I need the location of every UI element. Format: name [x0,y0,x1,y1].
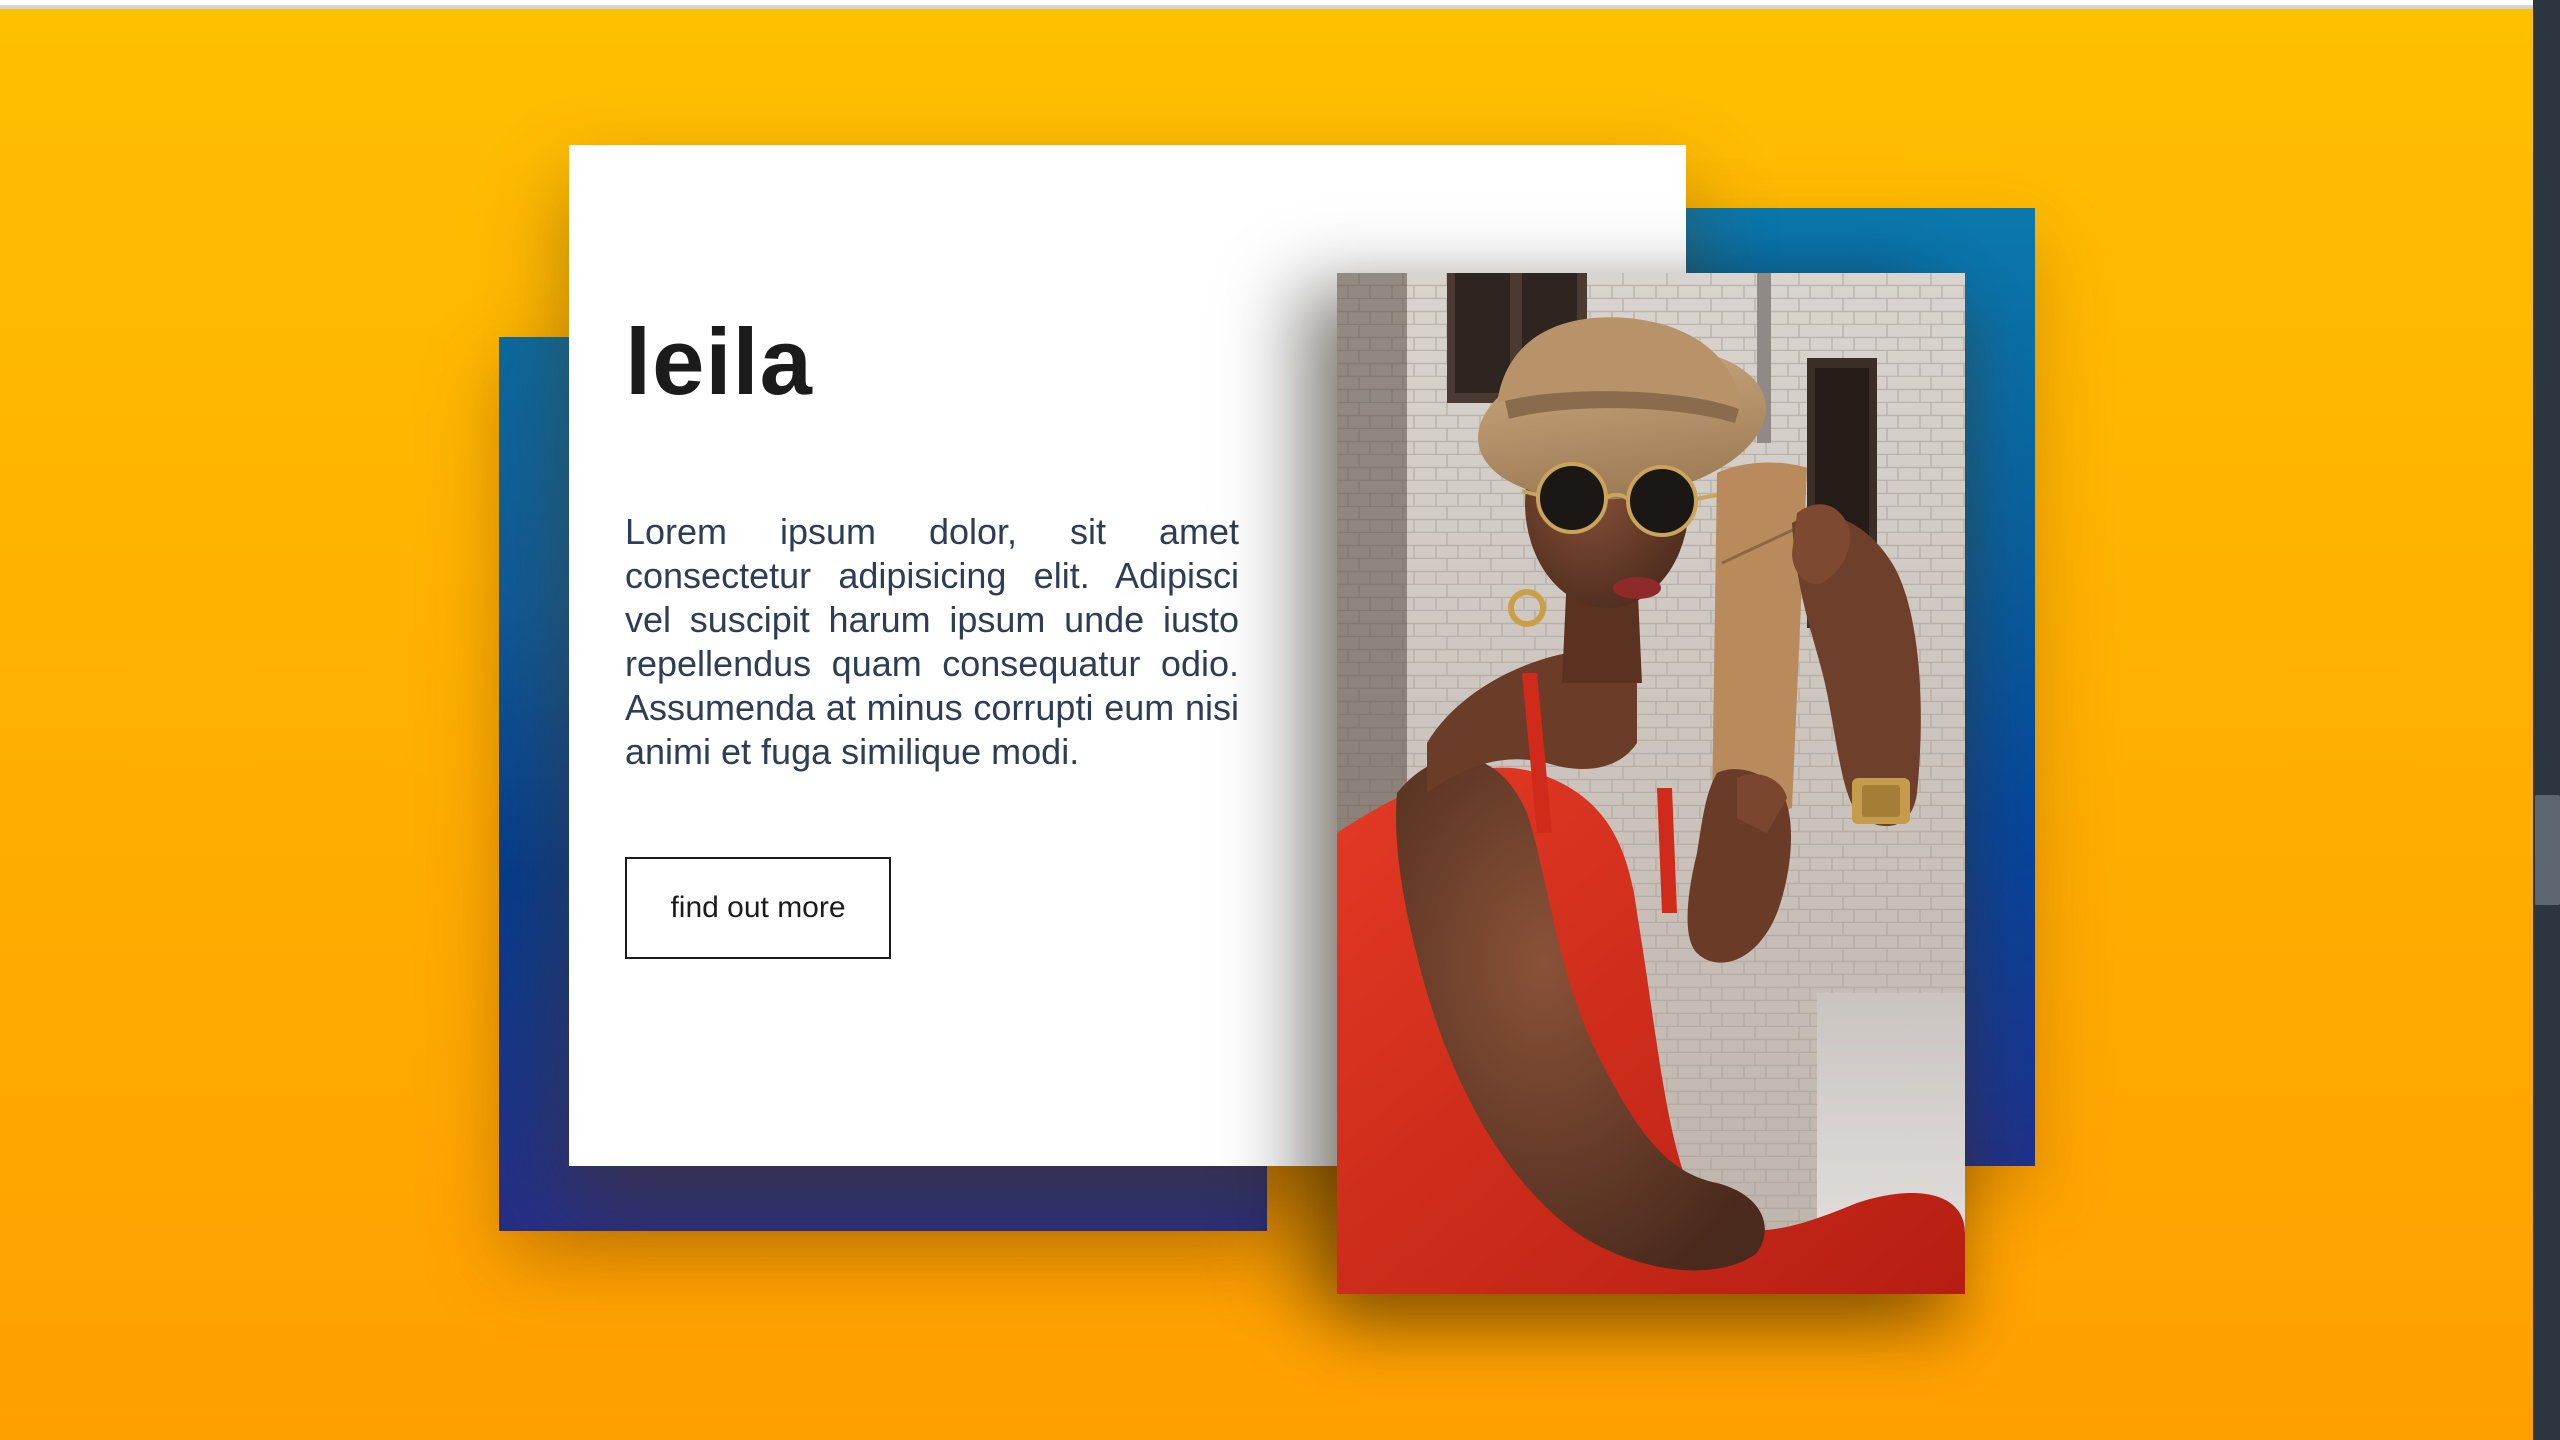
hero-background: leila Lorem ipsum dolor, sit amet consec… [0,9,2533,1440]
page-scrollbar[interactable] [2533,0,2560,1440]
find-out-more-button[interactable]: find out more [625,857,891,959]
scrollbar-thumb[interactable] [2535,795,2560,905]
browser-top-edge [0,0,2533,9]
card-description: Lorem ipsum dolor, sit amet consectetur … [625,511,1239,772]
portrait-illustration [1337,273,1965,1294]
portrait-photo [1337,273,1965,1294]
card-title: leila [625,309,813,414]
